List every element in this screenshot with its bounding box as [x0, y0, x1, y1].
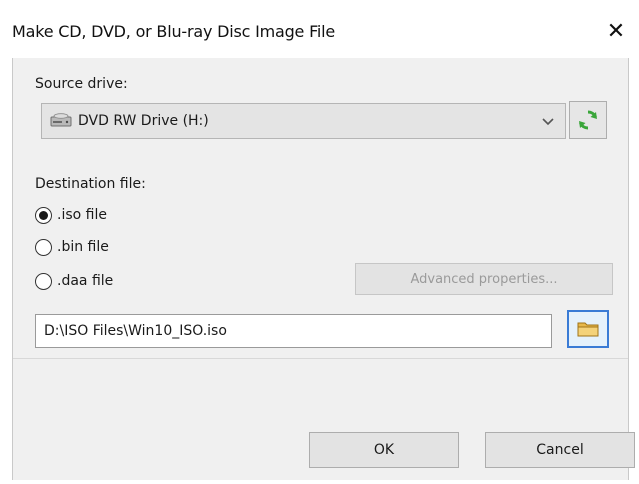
radio-iso[interactable]: .iso file [35, 202, 107, 228]
dialog-body: Source drive: DVD RW Drive (H:) Destinat… [12, 58, 635, 480]
optical-drive-icon [50, 113, 72, 127]
refresh-icon [579, 110, 597, 130]
close-button[interactable]: ✕ [599, 14, 633, 48]
ok-button[interactable]: OK [309, 432, 459, 468]
radio-iso-label: .iso file [57, 207, 107, 223]
title-bar: Make CD, DVD, or Blu-ray Disc Image File… [0, 0, 639, 62]
radio-button[interactable] [35, 272, 52, 290]
source-drive-select[interactable]: DVD RW Drive (H:) [41, 103, 566, 139]
browse-folder-button[interactable] [567, 310, 609, 348]
destination-file-label: Destination file: [35, 176, 146, 192]
radio-button[interactable] [35, 238, 52, 256]
cancel-button[interactable]: Cancel [485, 432, 635, 468]
source-drive-label: Source drive: [35, 76, 128, 92]
divider [13, 358, 628, 359]
advanced-properties-button[interactable]: Advanced properties... [355, 263, 613, 295]
radio-daa[interactable]: .daa file [35, 268, 113, 294]
radio-bin[interactable]: .bin file [35, 234, 109, 260]
radio-daa-label: .daa file [57, 273, 114, 289]
destination-path-input[interactable] [35, 314, 552, 348]
radio-button[interactable] [35, 206, 52, 224]
chevron-down-icon [542, 118, 554, 126]
radio-selected-dot [39, 210, 48, 220]
close-icon: ✕ [606, 18, 626, 44]
folder-icon [577, 322, 599, 337]
refresh-drives-button[interactable] [569, 101, 607, 139]
dialog-title: Make CD, DVD, or Blu-ray Disc Image File [12, 22, 336, 41]
radio-bin-label: .bin file [57, 239, 109, 255]
source-drive-value: DVD RW Drive (H:) [78, 113, 209, 129]
make-image-dialog: Make CD, DVD, or Blu-ray Disc Image File… [0, 0, 639, 484]
